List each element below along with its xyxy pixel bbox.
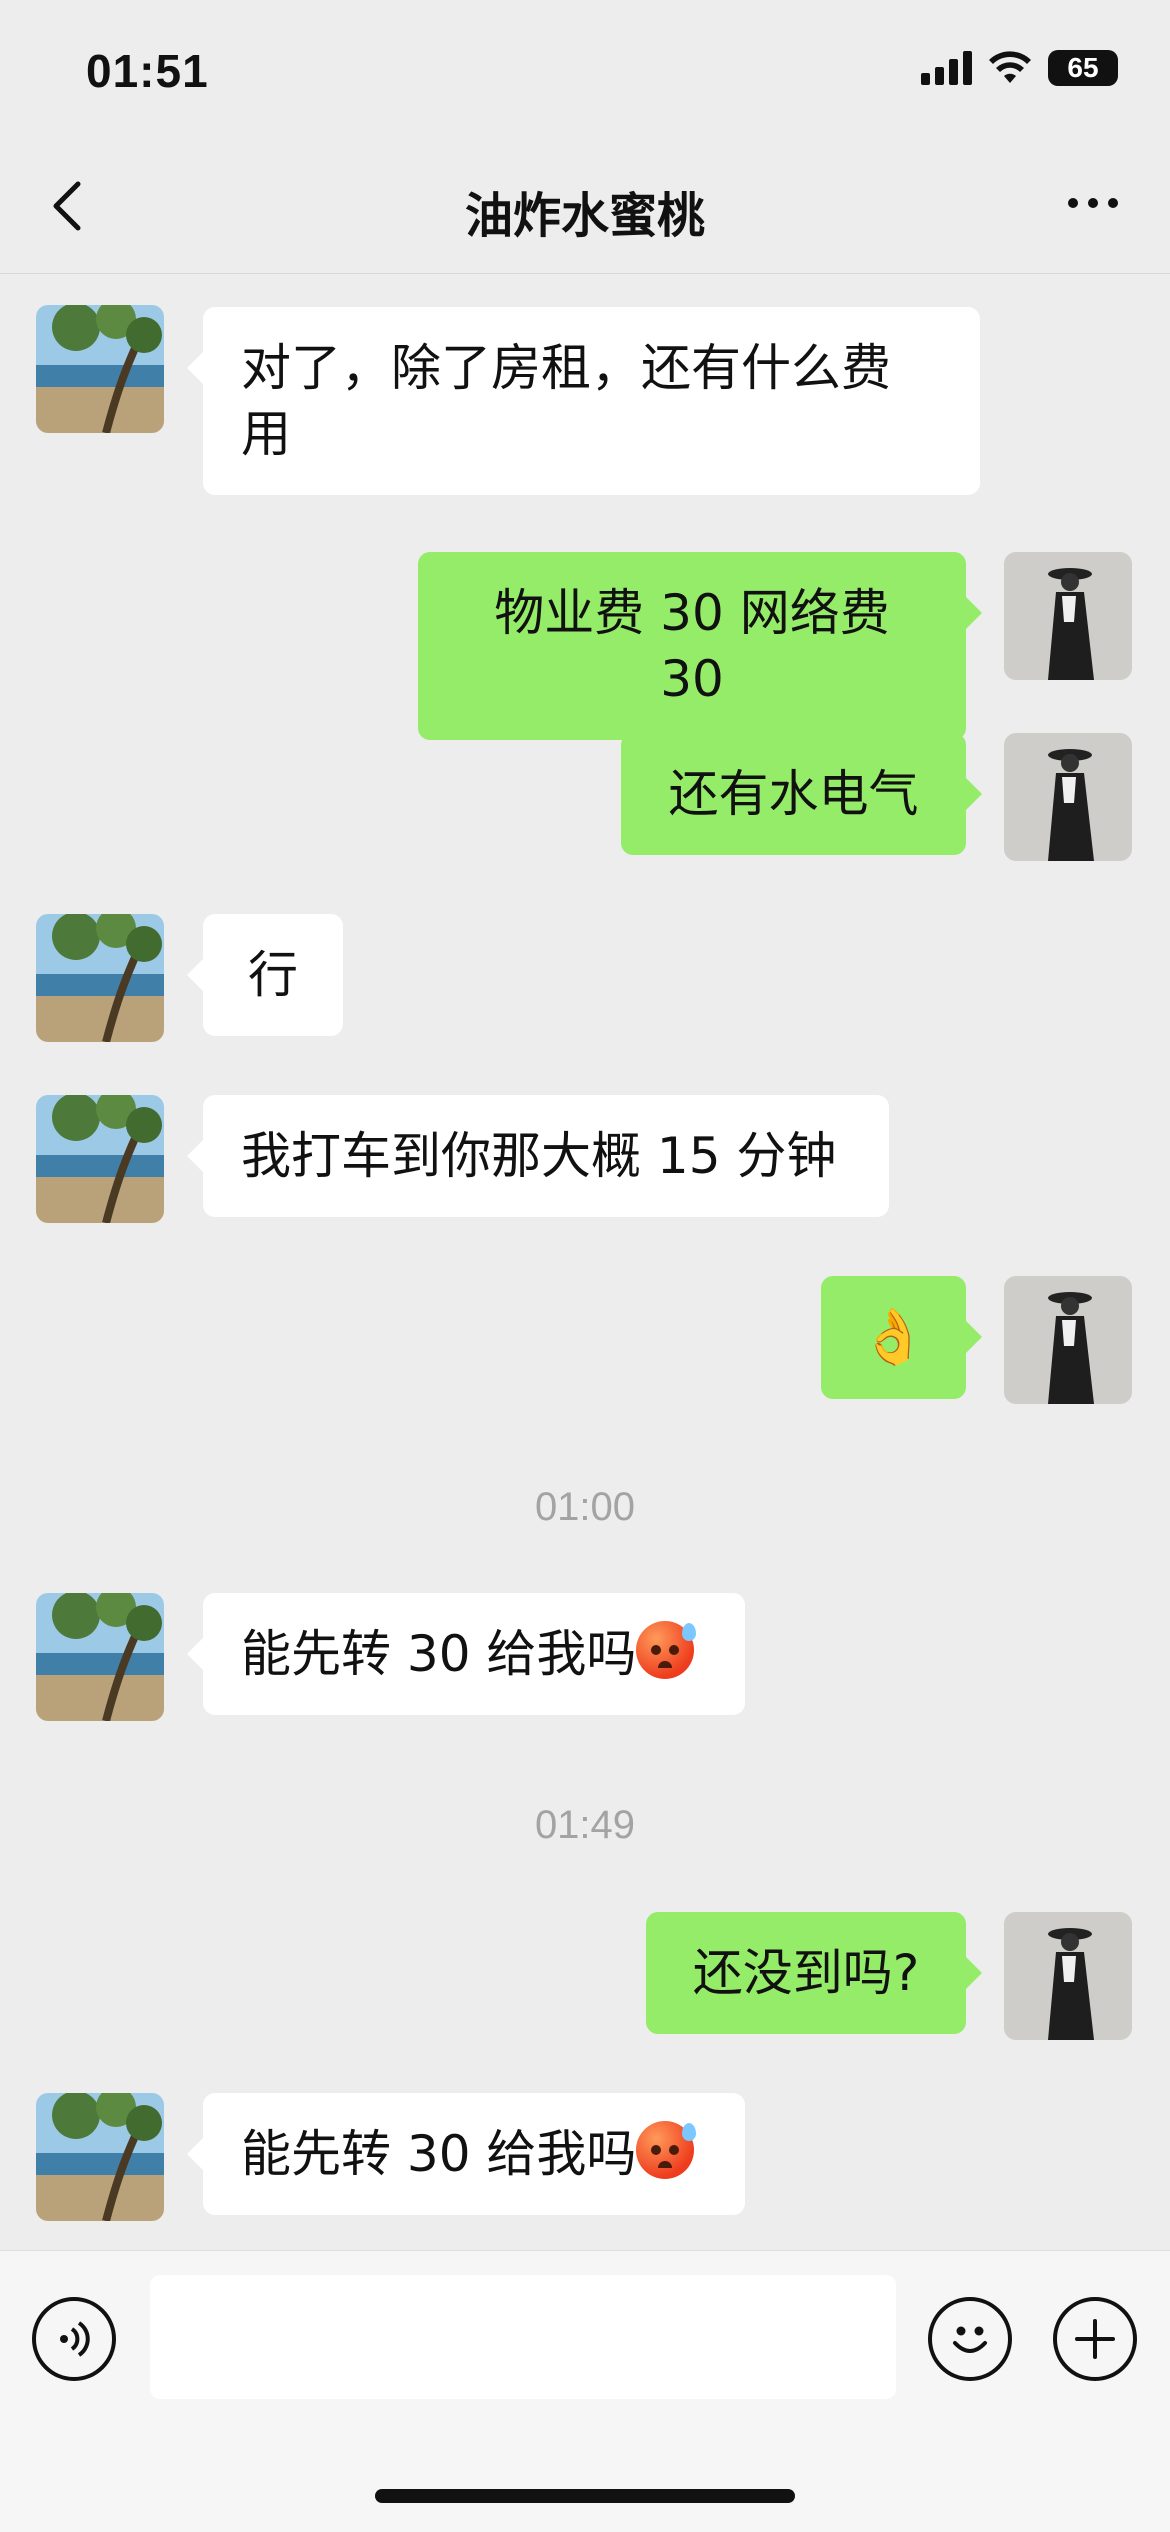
plus-icon: [1075, 2319, 1115, 2359]
battery-icon: 65: [1048, 50, 1118, 86]
contact-avatar[interactable]: [36, 2093, 164, 2221]
voice-icon: [60, 2321, 90, 2357]
message-text: 还有水电气: [668, 765, 919, 823]
contact-avatar[interactable]: [36, 1095, 164, 1223]
chat-header: 油炸水蜜桃: [0, 140, 1170, 274]
cellular-signal-icon: [921, 51, 972, 85]
anxious-sweat-emoji: [636, 1621, 697, 1679]
message-list[interactable]: 对了，除了房租，还有什么费 用 物业费 30 网络费 30 还有水电气 行 我打…: [0, 275, 1170, 2250]
chat-title: 油炸水蜜桃: [464, 188, 705, 244]
user-avatar[interactable]: [1004, 1912, 1132, 2040]
home-indicator[interactable]: [375, 2489, 795, 2503]
user-avatar[interactable]: [1004, 1276, 1132, 1404]
contact-avatar[interactable]: [36, 914, 164, 1042]
message-input[interactable]: [150, 2275, 896, 2399]
emoji-button[interactable]: [928, 2297, 1012, 2381]
message-text: 对了，除了房租，还有什么费: [241, 339, 891, 397]
message-text: 能先转 30 给我吗: [241, 1625, 637, 1683]
status-time: 01:51: [86, 45, 209, 97]
message-text: 我打车到你那大概 15 分钟: [241, 1127, 837, 1185]
smiley-icon: [953, 2326, 987, 2353]
contact-avatar[interactable]: [36, 1593, 164, 1721]
more-functions-button[interactable]: [1053, 2297, 1137, 2381]
wifi-icon: [989, 51, 1031, 83]
time-separator: 01:00: [534, 1485, 636, 1529]
user-avatar[interactable]: [1004, 733, 1132, 861]
outgoing-message-bubble[interactable]: 还有水电气: [621, 733, 982, 855]
message-text: 用: [241, 405, 291, 463]
message-text: 物业费 30 网络费 30: [494, 584, 890, 708]
status-indicators: 65: [921, 50, 1118, 86]
time-separator: 01:49: [534, 1803, 636, 1847]
message-text: 还没到吗?: [692, 1944, 920, 2002]
incoming-message-bubble[interactable]: 我打车到你那大概 15 分钟: [187, 1095, 889, 1217]
more-icon[interactable]: [1068, 198, 1118, 208]
message-text: 能先转 30 给我吗: [241, 2125, 637, 2183]
anxious-sweat-emoji: [636, 2121, 697, 2179]
status-bar: 01:51 65: [0, 0, 1170, 140]
outgoing-message-bubble[interactable]: 物业费 30 网络费 30: [418, 552, 982, 740]
outgoing-message-bubble[interactable]: 👌: [821, 1276, 982, 1399]
user-avatar[interactable]: [1004, 552, 1132, 680]
voice-input-button[interactable]: [32, 2297, 116, 2381]
incoming-message-bubble[interactable]: 对了，除了房租，还有什么费 用: [187, 307, 980, 495]
incoming-message-bubble[interactable]: 行: [187, 914, 343, 1036]
ok-hand-emoji: 👌: [859, 1305, 928, 1368]
contact-avatar[interactable]: [36, 305, 164, 433]
incoming-message-bubble[interactable]: 能先转 30 给我吗: [187, 1593, 745, 1715]
incoming-message-bubble[interactable]: 能先转 30 给我吗: [187, 2093, 745, 2215]
message-text: 行: [248, 946, 298, 1004]
outgoing-message-bubble[interactable]: 还没到吗?: [646, 1912, 982, 2034]
